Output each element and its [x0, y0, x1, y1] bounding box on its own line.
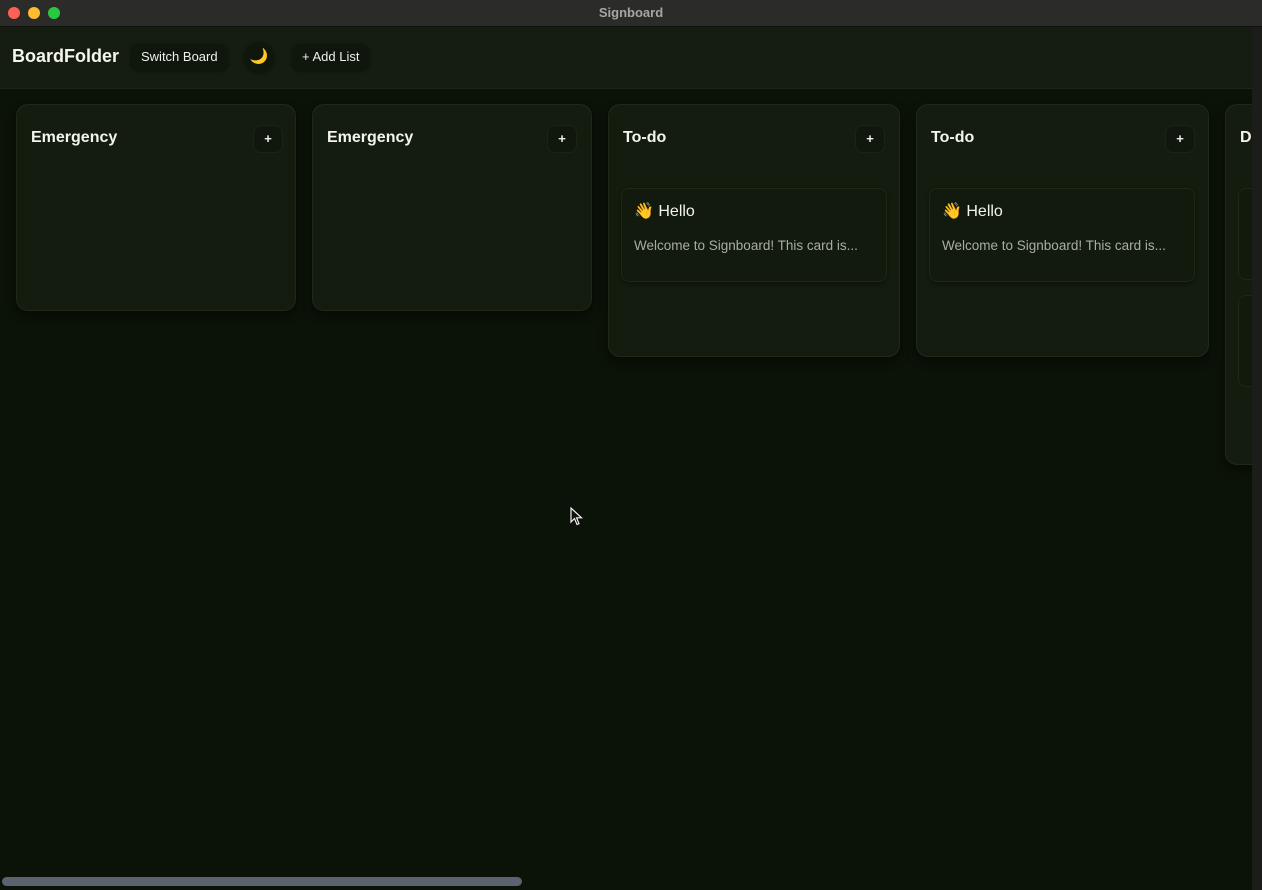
add-card-button[interactable]: +	[1165, 125, 1195, 153]
list-title[interactable]: To-do	[623, 129, 666, 147]
card[interactable]: 👋 Hello Welcome to Signboard! This card …	[929, 188, 1195, 282]
switch-board-button[interactable]: Switch Board	[131, 44, 228, 70]
card-title: 👋 Hello	[634, 203, 695, 220]
card-title: 👋 Hello	[942, 203, 1003, 220]
mouse-cursor-icon	[570, 507, 584, 526]
list-column: To-do + 👋 Hello Welcome to Signboard! Th…	[608, 104, 900, 357]
card[interactable]: 👋 Hello Welcome to Signboard! This card …	[621, 188, 887, 282]
window-edge	[1252, 27, 1262, 890]
list-column: Emergency +	[16, 104, 296, 311]
list-title[interactable]: To-do	[931, 129, 974, 147]
card[interactable]	[1238, 295, 1252, 387]
card-description: Welcome to Signboard! This card is...	[634, 238, 858, 253]
theme-toggle-button[interactable]: 🌙	[244, 42, 274, 72]
window-titlebar: Signboard	[0, 0, 1262, 27]
list-column: To-do + 👋 Hello Welcome to Signboard! Th…	[916, 104, 1209, 357]
board-name: BoardFolder	[12, 46, 120, 66]
add-card-button[interactable]: +	[855, 125, 885, 153]
add-card-button[interactable]: +	[253, 125, 283, 153]
card[interactable]	[1238, 188, 1252, 280]
horizontal-scrollbar[interactable]	[2, 877, 522, 886]
list-column: Emergency +	[312, 104, 592, 311]
list-column: D	[1225, 104, 1252, 465]
list-title[interactable]: D	[1240, 129, 1252, 147]
app-toolbar: BoardFolder Switch Board 🌙 + Add List	[0, 27, 1252, 89]
add-card-button[interactable]: +	[547, 125, 577, 153]
board: Emergency + Emergency + To-do + 👋 Hello …	[0, 89, 1252, 889]
card-description: Welcome to Signboard! This card is...	[942, 238, 1166, 253]
list-title[interactable]: Emergency	[327, 129, 413, 147]
list-title[interactable]: Emergency	[31, 129, 117, 147]
window-title: Signboard	[598, 5, 664, 20]
moon-icon: 🌙	[249, 48, 269, 65]
add-list-button[interactable]: + Add List	[292, 44, 370, 70]
